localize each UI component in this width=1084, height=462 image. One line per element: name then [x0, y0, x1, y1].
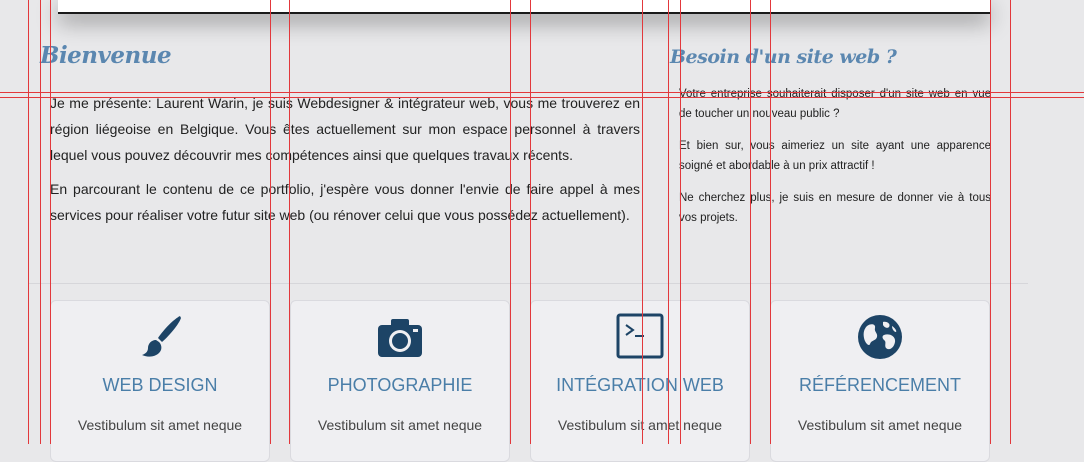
side-paragraph-1: Votre entreprise souhaiterait disposer d…: [679, 88, 991, 120]
service-text: Vestibulum sit amet neque: [317, 417, 483, 433]
side-paragraph-2: Et bien sur, vous aimeriez un site ayant…: [679, 140, 991, 172]
service-card-referencement[interactable]: RÉFÉRENCEMENT Vestibulum sit amet neque: [770, 300, 990, 462]
globe-icon: [771, 313, 989, 361]
welcome-heading: Bienvenue: [40, 42, 172, 69]
side-text: Votre entreprise souhaiterait disposer d…: [679, 84, 991, 240]
section-divider: [28, 283, 1028, 284]
top-banner-edge: [58, 0, 990, 14]
side-heading: Besoin d'un site web ?: [670, 46, 897, 68]
service-text: Vestibulum sit amet neque: [797, 417, 963, 433]
side-paragraph-3: Ne cherchez plus, je suis en mesure de d…: [679, 192, 991, 224]
service-title: RÉFÉRENCEMENT: [798, 375, 961, 395]
service-text: Vestibulum sit amet neque: [77, 417, 243, 433]
service-card-photographie[interactable]: PHOTOGRAPHIE Vestibulum sit amet neque: [290, 300, 510, 462]
intro-paragraph-2: En parcourant le contenu de ce portfolio…: [50, 181, 640, 223]
service-text: Vestibulum sit amet neque: [557, 417, 723, 433]
paintbrush-icon: [51, 313, 269, 361]
service-card-web-design[interactable]: WEB DESIGN Vestibulum sit amet neque: [50, 300, 270, 462]
service-title: PHOTOGRAPHIE: [327, 375, 473, 395]
camera-icon: [291, 313, 509, 361]
service-card-integration-web[interactable]: INTÉGRATION WEB Vestibulum sit amet nequ…: [530, 300, 750, 462]
intro-text: Je me présente: Laurent Warin, je suis W…: [50, 90, 640, 236]
intro-paragraph-1: Je me présente: Laurent Warin, je suis W…: [50, 95, 640, 163]
terminal-icon: [531, 313, 749, 361]
service-title: INTÉGRATION WEB: [556, 375, 724, 395]
service-title: WEB DESIGN: [102, 375, 218, 395]
